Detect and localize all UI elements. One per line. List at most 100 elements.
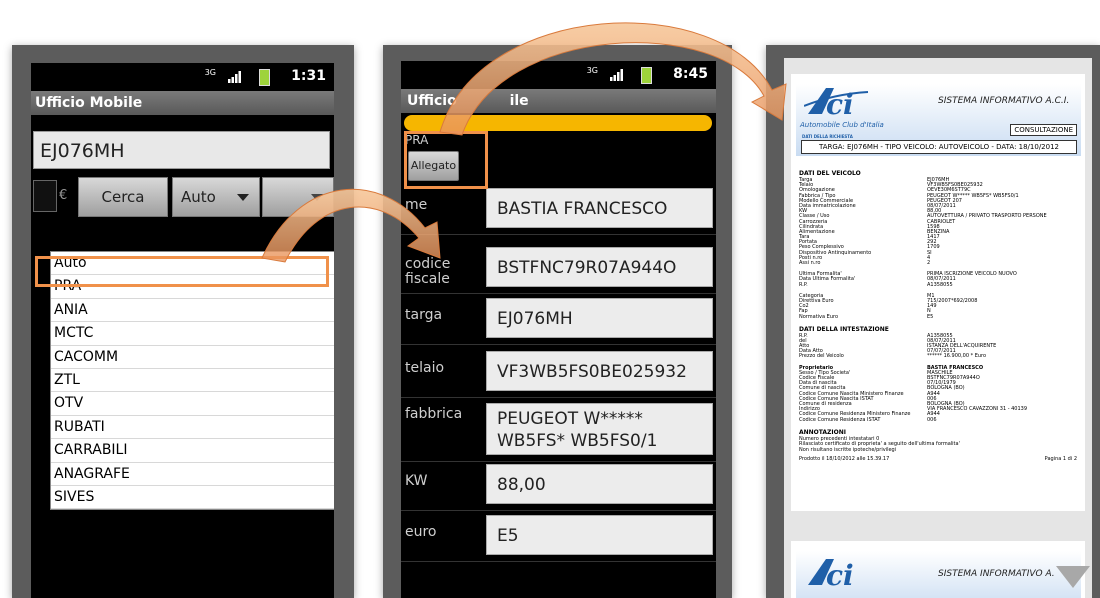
phone-result-screen: 3G 8:45 Ufficio ile PRA Allegato me BASTI… [383,45,732,598]
row-value-field[interactable]: PEUGEOT W***** WB5FS* WB5FS0/1 [486,403,713,455]
holder-section: R.P. A1358055 del 08/07/2011 Atto ISTANZA DEL… [799,333,1077,360]
dropdown-option[interactable]: CARRABILI [51,439,334,463]
svg-text:ci: ci [826,88,854,120]
row-label: targa [405,307,443,323]
vehicle-type-value: Auto [181,188,216,206]
signal-icon [228,71,241,83]
row-label: codice fiscale [405,256,451,287]
row-value-field[interactable]: BSTFNC79R07A944O [486,247,713,287]
document-row: Codice Comune Residenza ISTAT 006 [799,416,1077,423]
document-row-value: ****** 16.900,00 * Euro [927,353,987,360]
consult-label: CONSULTAZIONE [1010,124,1077,136]
price-checkbox[interactable] [33,180,57,212]
row-label: euro [405,524,437,540]
document-page-2: ci SISTEMA INFORMATIVO A. [791,541,1085,598]
vehicle-section: Targa EJ076MH Telaio VF3WB5FS0BE025932 Omolo… [799,177,1077,266]
row-value-field[interactable]: E5 [486,515,713,555]
highlight-pra-option [35,256,329,287]
document-row-label: Normativa Euro [799,313,838,320]
dropdown-option[interactable]: ANAGRAFE [51,463,334,486]
document-header: ci SISTEMA INFORMATIVO A.C.I. Automobile… [796,84,1081,156]
document-header-2: ci SISTEMA INFORMATIVO A. [796,551,1081,598]
plate-input[interactable]: EJ076MH [33,131,330,169]
document-screen: ci SISTEMA INFORMATIVO A.C.I. Automobile… [784,58,1092,598]
row-value-field[interactable]: BASTIA FRANCESCO [486,188,713,228]
app-title: Ufficio ile [401,89,716,113]
row-divider [401,293,716,294]
phone-screen: 3G 1:31 Ufficio Mobile EJ076MH € Cerca A… [31,63,334,598]
progress-bar [404,115,712,131]
document-row: R.P. A1358055 [799,281,1077,288]
app-title-right: ile [509,93,529,109]
document-row-value: E5 [927,313,934,320]
notes-section: Numero precedenti intestatari 0 Rilasciat… [799,436,1077,454]
row-divider [401,561,716,562]
app-title: Ufficio Mobile [31,91,334,115]
dropdown-option[interactable]: ZTL [51,369,334,393]
row-label: fabbrica [405,406,463,422]
status-bar: 3G 1:31 [31,63,334,91]
signal-icon [610,69,623,81]
document-row-label: Prezzo del Veicolo [799,353,844,360]
row-divider [401,344,716,345]
system-title: SISTEMA INFORMATIVO A.C.I. [938,96,1070,106]
search-button[interactable]: Cerca [78,177,168,217]
battery-icon [259,69,270,86]
svg-text:ci: ci [826,559,854,591]
footer-page: Pagina 1 di 2 [1044,456,1077,463]
document-body: DATI DEL VEICOLO Targa EJ076MH Telaio VF3WB… [799,170,1077,463]
secondary-select[interactable] [262,177,334,217]
aci-logo-icon: ci [808,559,854,591]
document-row-value: 2 [927,260,931,266]
battery-icon [641,67,652,84]
chevron-down-icon [311,194,323,201]
owner-section: Proprietario BASTIA FRANCESCO Sesso / Tipo… [799,365,1077,423]
document-row: Assi n.ro 2 [799,260,1077,266]
document-viewer: ci SISTEMA INFORMATIVO A.C.I. Automobile… [766,45,1100,598]
note-line: Non risultano iscritte ipoteche/privileg… [799,446,897,453]
highlight-attachment-button [404,131,488,189]
formality-section: Ultima Formalita' PRIMA ISCRIZIONE VEICOL… [799,271,1077,288]
row-value-field[interactable]: EJ076MH [486,298,713,338]
org-name: Automobile Club d'Italia [800,121,884,129]
clock: 8:45 [673,66,708,82]
document-page: ci SISTEMA INFORMATIVO A.C.I. Automobile… [791,74,1085,511]
source-dropdown-list: Auto PRA ANIA MCTC CACOMM ZTL OTV RUBATI CARRABI… [50,251,334,511]
category-section: Categoria M1 Direttiva Euro 715/2007*692/20… [799,293,1077,320]
document-row-label: Codice Comune Residenza ISTAT [799,416,881,423]
footer-produced: Prodotto il 18/10/2012 alle 15.39.17 [799,456,890,463]
scroll-down-icon[interactable] [1056,566,1090,588]
app-title-left: Ufficio [407,93,457,109]
row-label: me [405,197,428,213]
dropdown-option[interactable]: SIVES [51,486,334,510]
row-label: telaio [405,360,445,376]
row-divider [401,461,716,462]
row-divider [401,234,716,235]
row-value-field[interactable]: 88,00 [486,464,713,504]
request-line: TARGA: EJ076MH - TIPO VEICOLO: AUTOVEICO… [801,140,1077,154]
status-bar: 3G 8:45 [401,61,716,89]
document-row-value: 006 [927,416,937,423]
dropdown-option[interactable]: RUBATI [51,416,334,440]
phone-search-screen: 3G 1:31 Ufficio Mobile EJ076MH € Cerca A… [12,45,354,598]
vehicle-type-select[interactable]: Auto [172,177,260,217]
aci-logo-icon: ci [804,88,869,120]
document-row: Normativa Euro E5 [799,313,1077,320]
row-divider [401,510,716,511]
dropdown-option[interactable]: CACOMM [51,346,334,369]
row-divider [401,397,716,398]
row-label: KW [405,473,428,489]
row-value-field[interactable]: VF3WB5FS0BE025932 [486,351,713,391]
dropdown-option[interactable]: MCTC [51,322,334,346]
document-row-label: R.P. [799,281,808,288]
dropdown-option[interactable]: OTV [51,392,334,416]
request-label: DATI DELLA RICHIESTA [802,134,853,139]
document-row: Prezzo del Veicolo ****** 16.900,00 * Eur… [799,354,1077,359]
network-indicator: 3G [586,66,598,75]
chevron-down-icon [237,194,249,201]
document-row-label: Assi n.ro [799,260,821,266]
system-title-2: SISTEMA INFORMATIVO A. [938,569,1055,579]
document-row-value: A1358055 [927,281,953,288]
dropdown-option[interactable]: ANIA [51,299,334,323]
network-indicator: 3G [204,68,216,77]
